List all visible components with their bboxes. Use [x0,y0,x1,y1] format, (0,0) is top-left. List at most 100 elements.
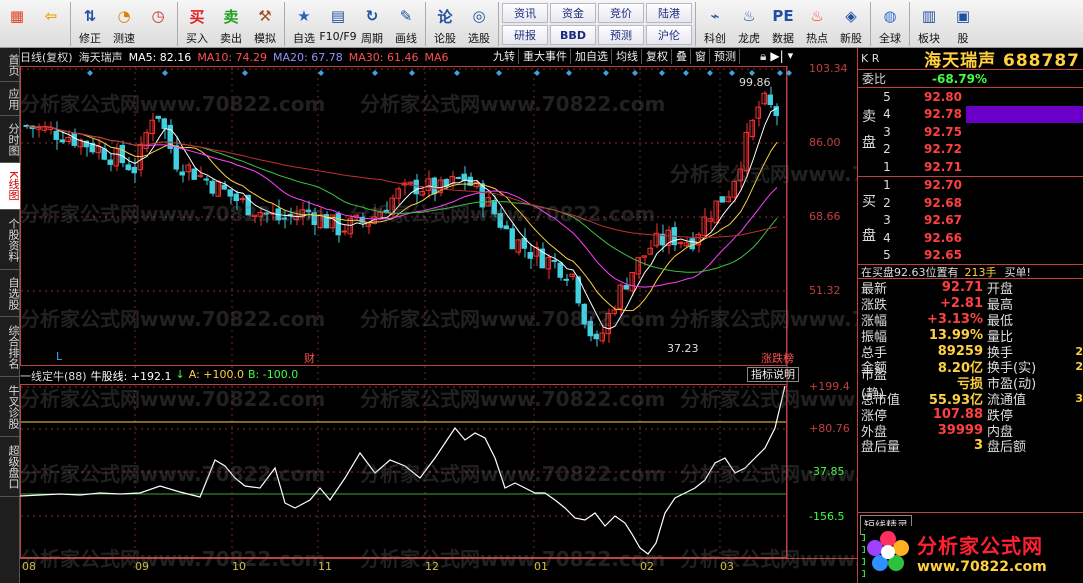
bid-row[interactable]: 1 92.70 [876,177,1083,195]
dragon-tiger-button[interactable]: ♨ 龙虎 [732,0,766,48]
sidebar-item[interactable]: 应用 [0,82,20,116]
chart-tool-button[interactable]: 窗 [692,49,710,64]
indicator-name[interactable]: 一线定牛(88) [20,368,87,384]
kline-chart-area[interactable]: 日线(复权) 海天瑞声 MA5: 82.16 MA10: 74.29 MA20:… [20,48,985,583]
down-candle [233,193,239,202]
back-arrow-button[interactable]: ⇦ [34,0,68,48]
event-diamond-icon [242,70,248,76]
sidebar-item[interactable]: 综合排名 [0,317,20,377]
event-diamond-icon [603,70,609,76]
sci-tech-button[interactable]: ⌁ 科创 [698,0,732,48]
toolbar-grid-button[interactable]: 研报 [502,25,548,45]
toolbar-label: F10/F9 [319,30,357,43]
period-button[interactable]: ↻ 周期 [355,0,389,48]
chart-tool-button[interactable]: 均线 [613,49,642,64]
sidebar-item[interactable]: 牛叉诊股 [0,377,20,437]
sidebar-item[interactable]: 首页 [0,48,20,82]
bid-row[interactable]: 2 92.68 [876,194,1083,212]
sector-button[interactable]: ▥ 板块 [912,0,946,48]
down-candle [527,251,533,259]
bid-price: 92.70 [924,178,962,193]
chart-tool-button[interactable]: 叠 [673,49,691,64]
sell-icon: 卖 [223,7,239,26]
bid-volume-bar [966,247,1083,265]
down-candle [689,238,695,250]
stat-value: 39999 [937,422,983,438]
toolbar-grid-button[interactable]: 陆港 [646,3,692,23]
up-candle [251,214,257,218]
ask-row[interactable]: 3 92.75 [876,123,1083,141]
toolbar-grid-button[interactable]: 预测 [598,25,644,45]
stat-value: 2 [1075,344,1083,358]
sidebar-item[interactable]: 超级盘口 [0,437,20,497]
toolbar-grid-button[interactable]: 沪伦 [646,25,692,45]
quote-title-bar: K R 海天瑞声 688787 [858,48,1083,71]
up-candle [749,119,755,138]
stat-value: 13.99% [928,327,983,343]
down-candle [455,176,461,179]
toolbar-grid-button[interactable]: 竞价 [598,3,644,23]
chart-tool-button[interactable]: 重大事件 [520,49,571,64]
down-candle [461,173,467,181]
grid-button[interactable]: ▦ [0,0,34,48]
chart-tool-button[interactable]: 复权 [643,49,672,64]
f10-button[interactable]: ▤ F10/F9 [319,0,357,48]
toolbar-grid-button[interactable]: 资讯 [502,3,548,23]
star-button[interactable]: ★ 自选 [287,0,321,48]
chart-tool-button[interactable]: 预测 [711,49,740,64]
fire-button[interactable]: ♨ 热点 [800,0,834,48]
toolbar-grid-button[interactable]: BBD [550,25,596,45]
ask-row[interactable]: 2 92.72 [876,141,1083,159]
dragon-tiger-icon: ♨ [742,7,756,25]
gauge-button[interactable]: ◔ 测速 [107,0,141,48]
ask-row[interactable]: 5 92.80 [876,88,1083,106]
sidebar-item[interactable]: 个股资料 [0,210,20,270]
up-candle [647,247,653,255]
toolbar-label: 板块 [918,32,940,45]
select-stock-button[interactable]: ◎ 选股 [462,0,496,48]
new-stock-button[interactable]: ◈ 新股 [834,0,868,48]
down-candle [281,217,287,220]
pencil-button[interactable]: ✎ 画线 [389,0,423,48]
indicator-help-button[interactable]: 指标说明 [747,367,799,382]
toolbar-grid-button[interactable]: 资金 [550,3,596,23]
ask-row[interactable]: 1 92.71 [876,158,1083,176]
stock-title: 海天瑞声 688787 [924,51,1080,71]
up-candle [257,211,263,217]
stock-button[interactable]: ▣ 股 [946,0,980,48]
stat-value: 3 [973,438,983,454]
chart-tool-button[interactable]: 加自选 [572,49,612,64]
hammer-button[interactable]: ⚒ 模拟 [248,0,282,48]
ask-row[interactable]: 4 92.78 [876,105,1083,123]
pe-data-button[interactable]: PE 数据 [766,0,800,48]
up-candle [365,223,371,227]
clock-button[interactable]: ◷ [141,0,175,48]
bid-row[interactable]: 4 92.66 [876,229,1083,247]
up-down-arrow-button[interactable]: ⇅ 修正 [73,0,107,48]
high-price-marker: 99.86 [739,76,771,89]
sidebar-item[interactable]: 自选股 [0,270,20,317]
sidebar-item[interactable]: K线图 [0,163,20,210]
sell-button[interactable]: 卖卖出 [214,0,248,48]
limit-list-marker[interactable]: 涨跌榜 [761,350,794,366]
down-candle [593,333,599,340]
kline-chart[interactable] [20,48,857,583]
up-candle [755,106,761,119]
sidebar-item[interactable]: 分时图 [0,116,20,163]
ask-price: 92.71 [924,159,962,174]
bid-row[interactable]: 5 92.65 [876,247,1083,265]
dropdown-icon[interactable]: ▾ [788,49,794,64]
chart-tool-button[interactable]: 九转 [490,49,519,64]
down-candle [335,213,341,236]
lock-icon[interactable]: 🔒︎ [760,49,766,64]
star-icon: ★ [297,7,311,25]
buy-button[interactable]: 买买入 [180,0,214,48]
bid-row[interactable]: 3 92.67 [876,212,1083,230]
discussion-button[interactable]: 论论股 [428,0,462,48]
up-candle [641,255,647,258]
next-arrow-icon[interactable]: ▶| [770,49,783,64]
alert-text: 在买盘92.63位置有 [861,265,959,279]
globe-button[interactable]: ◍ 全球 [873,0,907,48]
event-diamond-icon [683,70,689,76]
gauge-icon: ◔ [117,7,131,25]
